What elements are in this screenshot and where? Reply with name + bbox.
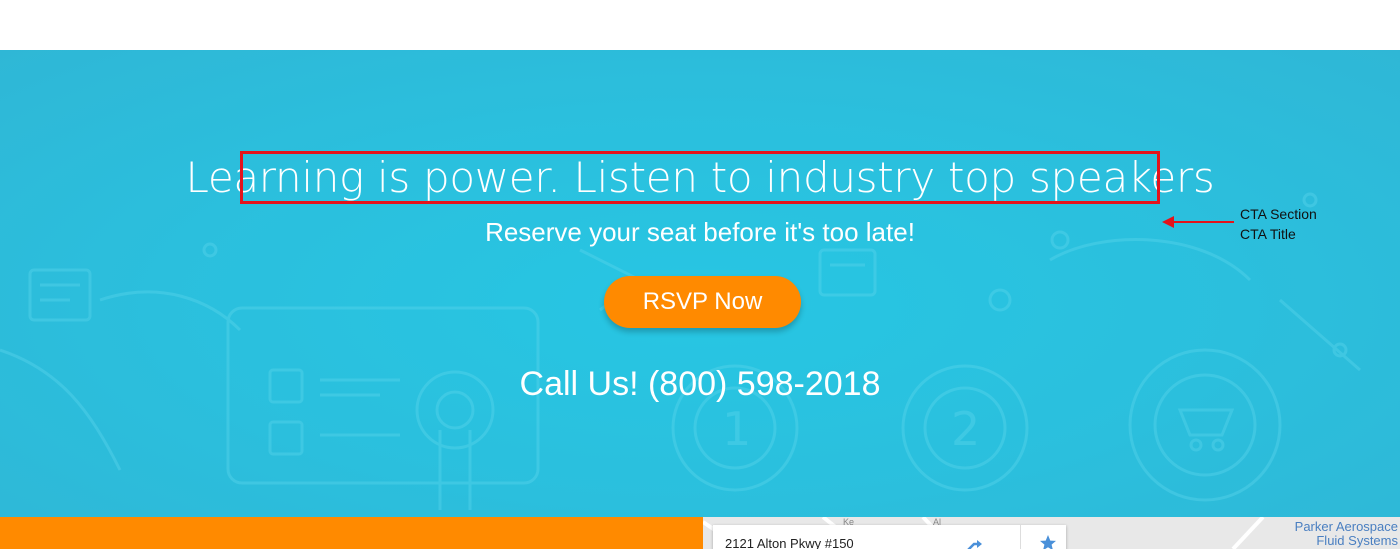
directions-icon[interactable]: [965, 535, 983, 549]
star-icon[interactable]: [1039, 534, 1057, 549]
map-address: 2121 Alton Pkwy #150: [725, 536, 854, 549]
rsvp-button[interactable]: RSVP Now: [604, 276, 801, 328]
annotation-line-2: CTA Title: [1240, 226, 1296, 242]
map-place-label: Parker Aerospace Fluid Systems: [1295, 520, 1398, 548]
map-info-card: 2121 Alton Pkwy #150: [713, 525, 1066, 549]
top-bar: [0, 0, 1400, 50]
annotation-line-1: CTA Section: [1240, 206, 1317, 222]
cta-title-highlight-box: [240, 151, 1160, 204]
card-divider: [1020, 525, 1021, 549]
map-place-line-2: Fluid Systems: [1316, 533, 1398, 548]
orange-strip: [0, 517, 703, 549]
call-us-phone[interactable]: Call Us! (800) 598-2018: [0, 362, 1400, 406]
annotation-label: CTA Section CTA Title: [1240, 204, 1317, 244]
svg-text:1: 1: [722, 402, 751, 456]
svg-text:2: 2: [951, 402, 980, 456]
cta-section: 1 2 Learning is power. Listen to industr…: [0, 50, 1400, 517]
map-embed[interactable]: Ke Al 2121 Alton Pkwy #150 Parker Aerosp…: [703, 517, 1400, 549]
map-place-line-1: Parker Aerospace: [1294, 519, 1398, 534]
arrow-left-icon: [1162, 216, 1234, 228]
